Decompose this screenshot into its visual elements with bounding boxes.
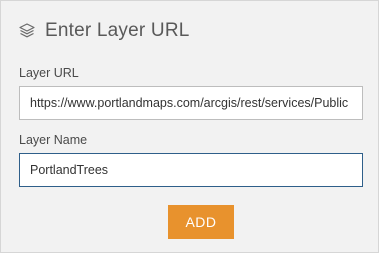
layer-name-input[interactable] [19,153,363,187]
layers-icon [17,21,37,41]
layer-url-label: Layer URL [19,66,79,80]
panel-header: Enter Layer URL [17,17,190,45]
enter-layer-url-panel: Enter Layer URL Layer URL Layer Name ADD [0,0,379,253]
layer-name-label: Layer Name [19,133,88,147]
layer-url-input[interactable] [19,86,363,120]
panel-title: Enter Layer URL [45,20,190,41]
add-button[interactable]: ADD [168,205,234,239]
